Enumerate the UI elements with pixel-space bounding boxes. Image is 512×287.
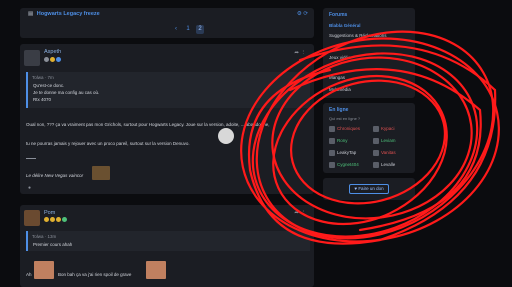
reaction-image bbox=[34, 261, 54, 279]
online-user[interactable]: Kypaci bbox=[373, 126, 395, 132]
quote-author[interactable]: Tolwa bbox=[32, 75, 44, 80]
quote-line: Premier cours ahah bbox=[33, 242, 73, 247]
post-text: tu ne pourras jamais y rejouer avec un p… bbox=[26, 141, 190, 146]
post-author[interactable]: Aspeth bbox=[44, 49, 61, 55]
page-1-button[interactable]: 1 bbox=[184, 25, 192, 34]
forum-link[interactable]: Jeux vidéo bbox=[329, 55, 351, 60]
donate-widget: ♥ Faire un don bbox=[323, 178, 415, 200]
avatar bbox=[329, 150, 335, 156]
online-user[interactable]: Levalle bbox=[373, 162, 395, 168]
avatar[interactable] bbox=[24, 50, 40, 66]
avatar bbox=[373, 138, 379, 144]
emoji-image bbox=[218, 128, 234, 144]
avatar bbox=[329, 126, 335, 132]
breadcrumb-label[interactable]: Hogwarts Legacy freeze bbox=[37, 11, 100, 17]
reaction-icon[interactable]: ● bbox=[28, 185, 31, 191]
forum-link[interactable]: Multimédia bbox=[329, 87, 351, 92]
prev-page-button[interactable]: ‹ bbox=[172, 25, 180, 34]
post-text: Oual non, ??? ça va vraiment pas mon Gri… bbox=[26, 122, 270, 127]
avatar[interactable] bbox=[24, 210, 40, 226]
avatar bbox=[329, 162, 335, 168]
badge-icon bbox=[44, 57, 49, 62]
donate-button[interactable]: ♥ Faire un don bbox=[349, 184, 389, 194]
signature-image bbox=[92, 166, 110, 180]
avatar bbox=[373, 126, 379, 132]
forum-link[interactable]: Blabla Général bbox=[329, 23, 361, 28]
user-badges bbox=[44, 217, 67, 222]
post: Pom ➦ ⋮ Tolwa · 13m Premier cours ahah A… bbox=[20, 205, 314, 287]
quote-header: Tolwa · 13m bbox=[32, 234, 57, 239]
badge-icon bbox=[50, 217, 55, 222]
online-user[interactable]: Cygnet404 bbox=[329, 162, 359, 168]
online-user[interactable]: Rony bbox=[329, 138, 348, 144]
user-badges bbox=[44, 57, 61, 62]
forums-title: Forums bbox=[329, 12, 348, 18]
quote-block: Tolwa · 13m Premier cours ahah bbox=[26, 231, 310, 251]
post-text: Ah bbox=[26, 272, 32, 277]
signature-separator bbox=[26, 158, 36, 159]
badge-icon bbox=[44, 217, 49, 222]
forum-link[interactable]: Mangas bbox=[329, 75, 345, 80]
thread-header: ▤ Hogwarts Legacy freeze ⚙ ⟳ ‹ 1 2 bbox=[20, 8, 314, 38]
post-tools[interactable]: ➦ ⋮ bbox=[294, 210, 306, 216]
quote-line: Rtx 4070 bbox=[33, 97, 52, 102]
online-title: En ligne bbox=[329, 107, 349, 113]
post-tools[interactable]: ➦ ⋮ bbox=[294, 50, 306, 56]
online-widget: En ligne Qui est en ligne ? Chroniques K… bbox=[323, 103, 415, 173]
breadcrumb[interactable]: ▤ Hogwarts Legacy freeze bbox=[28, 11, 100, 17]
avatar bbox=[373, 162, 379, 168]
badge-icon bbox=[62, 217, 67, 222]
quote-line: Je te donne ma config au cas où. bbox=[33, 90, 100, 95]
page-2-button[interactable]: 2 bbox=[196, 25, 204, 34]
reaction-image bbox=[146, 261, 166, 279]
avatar bbox=[329, 138, 335, 144]
online-user[interactable]: Chroniques bbox=[329, 126, 360, 132]
quote-time: 13m bbox=[47, 234, 57, 239]
forums-widget: Forums Blabla Général Suggestions & Récl… bbox=[323, 8, 415, 98]
online-user[interactable]: Vanitas bbox=[373, 150, 396, 156]
thread-tools[interactable]: ⚙ ⟳ bbox=[297, 11, 308, 17]
badge-icon bbox=[56, 217, 61, 222]
pagination: ‹ 1 2 bbox=[172, 25, 204, 34]
quote-time: 7m bbox=[47, 75, 54, 80]
quote-header: Tolwa · 7m bbox=[32, 75, 54, 80]
online-user[interactable]: Leviam bbox=[373, 138, 396, 144]
post-text: Bon bah ça va j'ai rien spoil de grave bbox=[58, 272, 132, 277]
forum-link[interactable]: Suggestions & Réclamations bbox=[329, 33, 387, 38]
post-author[interactable]: Pom bbox=[44, 210, 55, 216]
quote-line: Qu'est-ce donc. bbox=[33, 83, 65, 88]
folder-icon: ▤ bbox=[28, 11, 34, 17]
online-subtitle: Qui est en ligne ? bbox=[329, 116, 361, 121]
quote-author[interactable]: Tolwa bbox=[32, 234, 44, 239]
post: Aspeth ➦ ⋮ Tolwa · 7m Qu'est-ce donc. Je… bbox=[20, 44, 314, 194]
quote-block: Tolwa · 7m Qu'est-ce donc. Je te donne m… bbox=[26, 72, 310, 108]
online-user[interactable]: LeakyTap bbox=[329, 150, 356, 156]
badge-icon bbox=[50, 57, 55, 62]
signature-text: Le délire New Vegas vaincor bbox=[26, 173, 84, 178]
badge-icon bbox=[56, 57, 61, 62]
avatar bbox=[373, 150, 379, 156]
